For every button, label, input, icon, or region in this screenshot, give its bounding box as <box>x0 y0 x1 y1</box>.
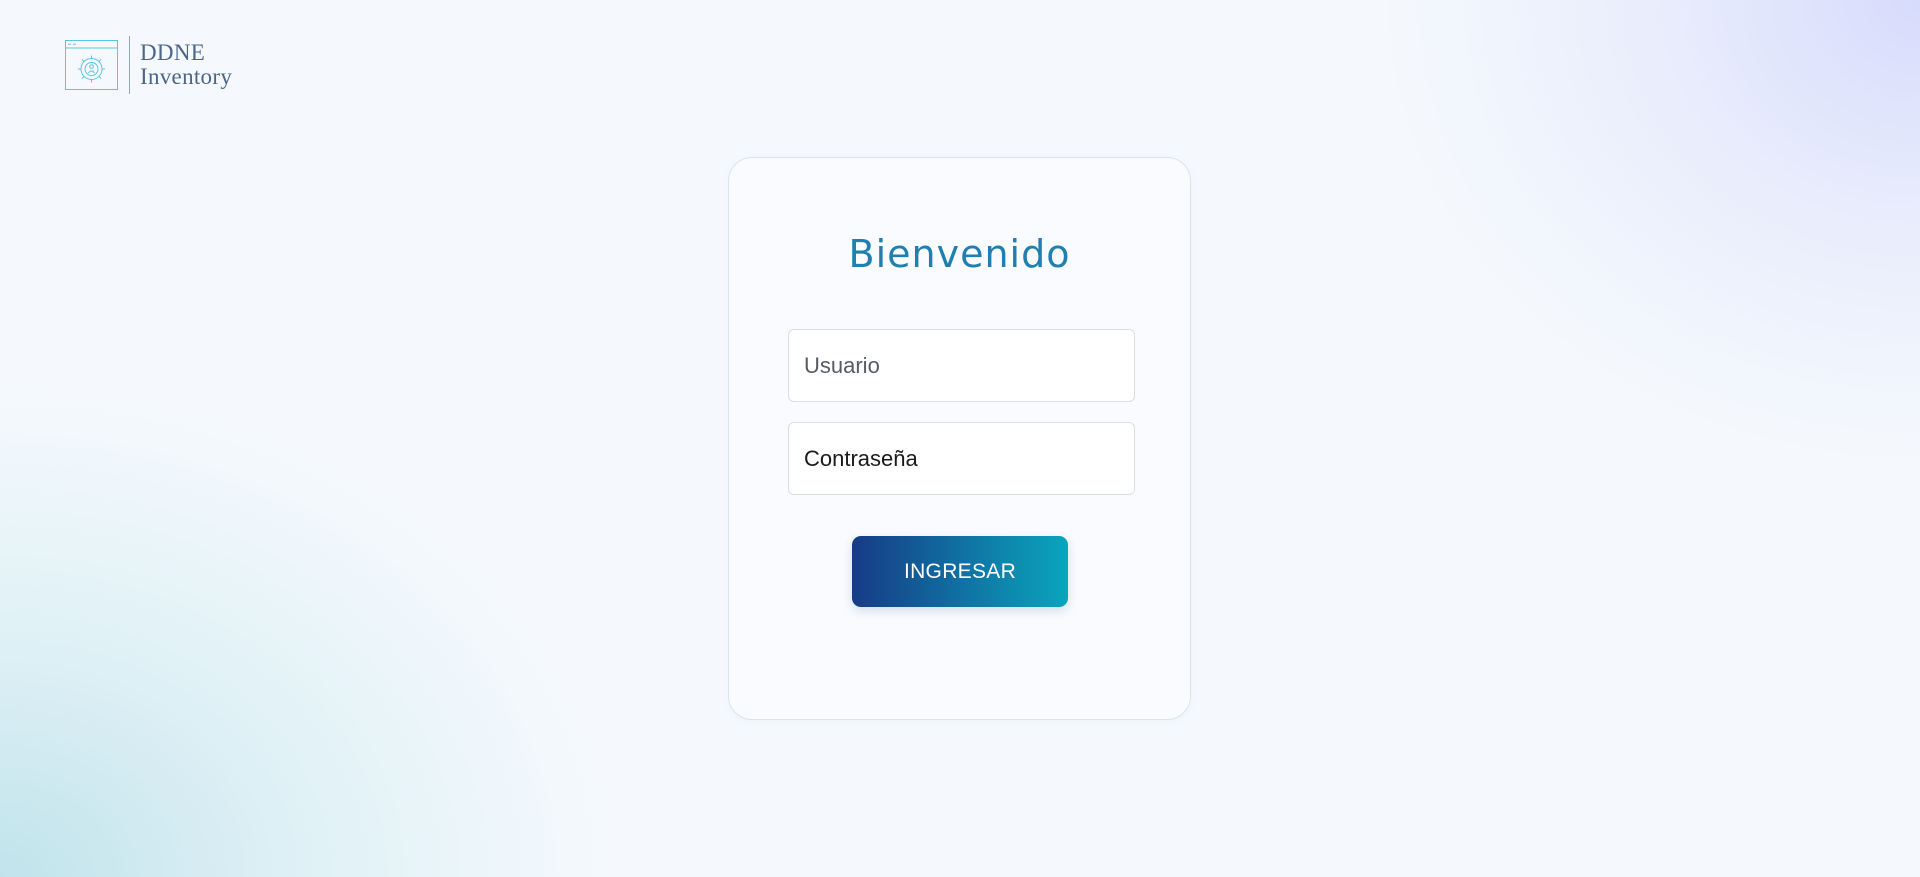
brand-name-line2: Inventory <box>140 64 233 89</box>
brand-logo: DDNE Inventory <box>65 36 232 94</box>
brand-name-line1: DDNE <box>140 40 206 65</box>
gear-person-window-icon <box>65 40 118 90</box>
brand-name: DDNE Inventory <box>140 41 232 89</box>
login-title: Bienvenido <box>848 232 1071 276</box>
login-submit-button[interactable]: INGRESAR <box>852 536 1068 607</box>
username-input[interactable] <box>788 329 1135 402</box>
login-card: Bienvenido INGRESAR <box>728 157 1191 720</box>
logo-divider <box>129 36 130 94</box>
password-input[interactable] <box>788 422 1135 495</box>
